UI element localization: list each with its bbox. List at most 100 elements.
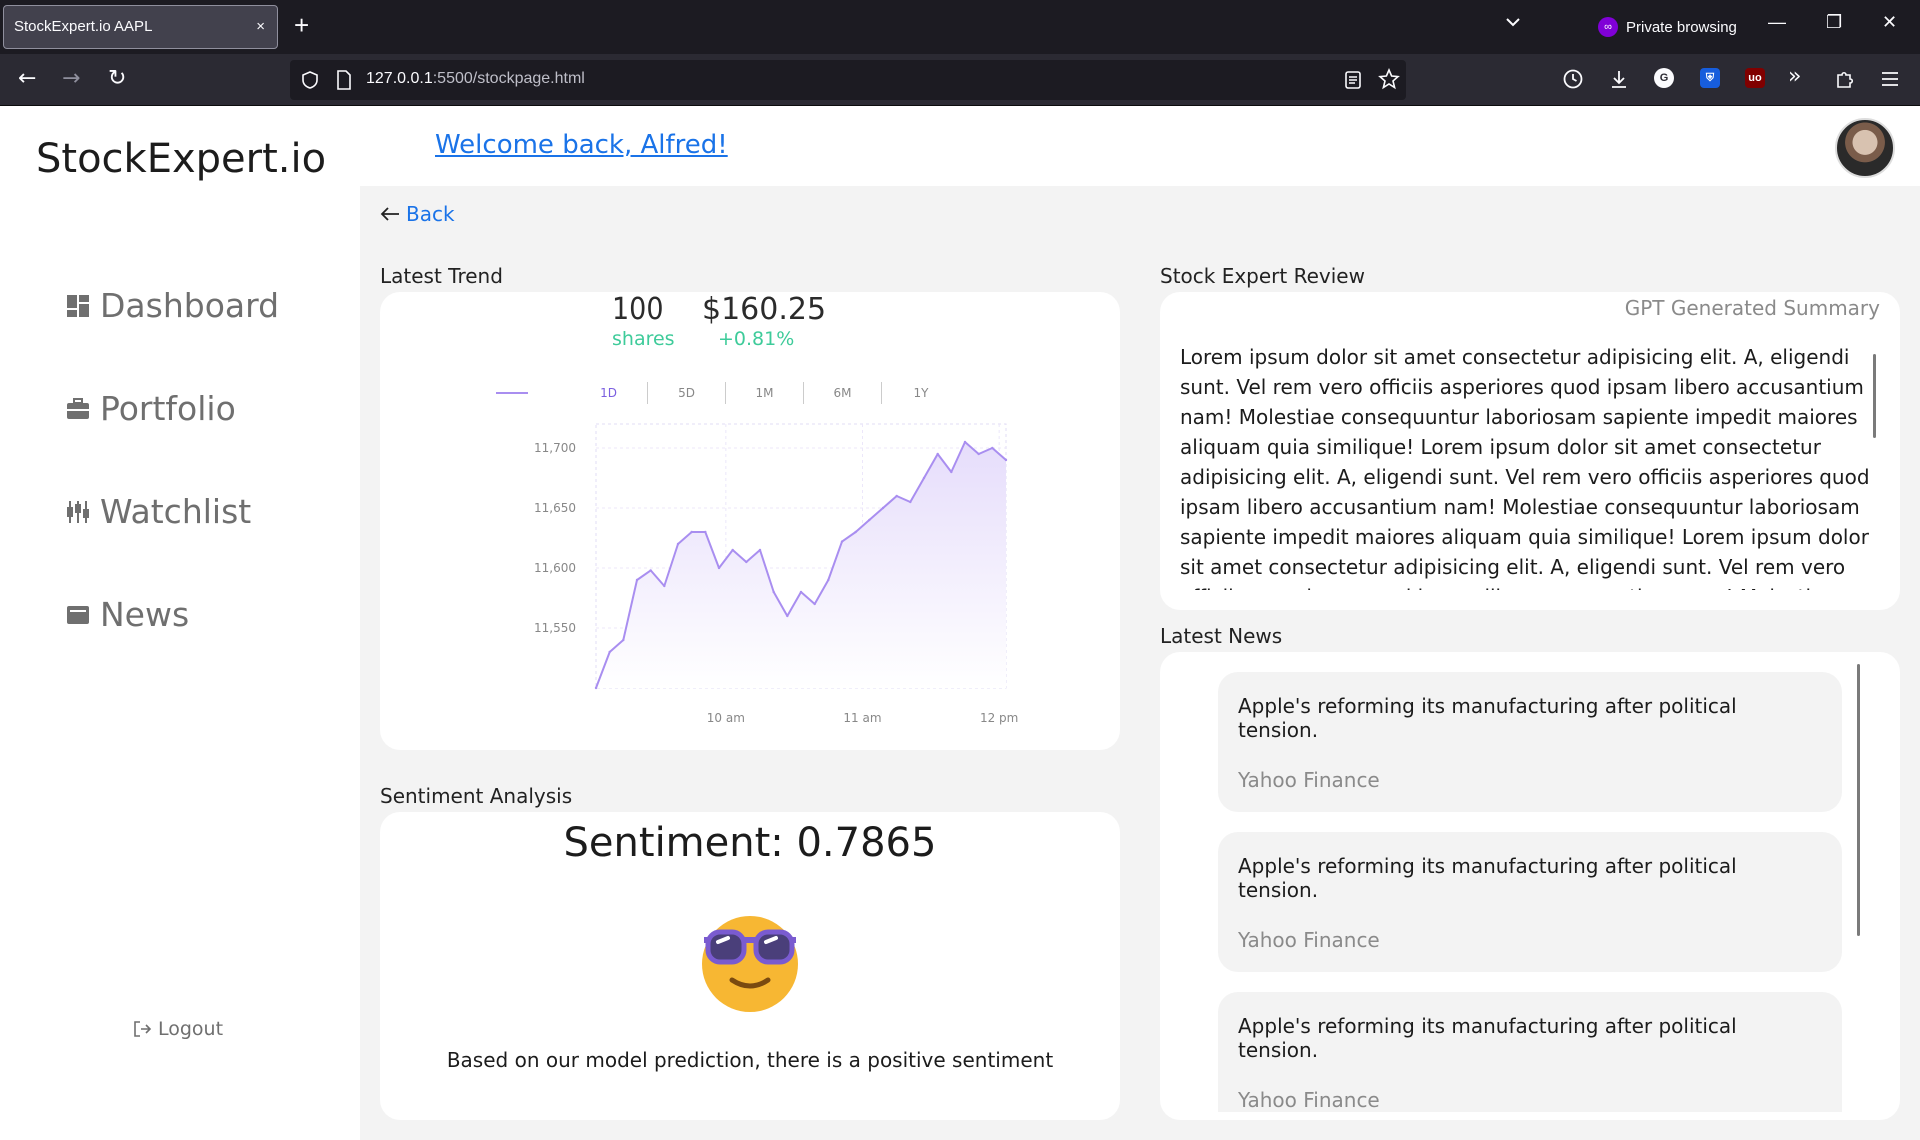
forward-arrow-icon[interactable]: →: [62, 66, 80, 92]
news-item[interactable]: Apple's reforming its manufacturing afte…: [1218, 832, 1842, 972]
review-card: GPT Generated Summary Lorem ipsum dolor …: [1160, 292, 1900, 610]
top-bar: Welcome back, Alfred!: [360, 106, 1920, 186]
chart-point: [840, 540, 844, 543]
chart-point: [895, 494, 898, 498]
page: StockExpert.io Dashboard Portfolio Watch…: [0, 106, 1920, 1140]
news-headline: Apple's reforming its manufacturing afte…: [1238, 1014, 1737, 1062]
chart-point: [758, 548, 762, 552]
private-browsing-indicator: ∞ Private browsing: [1598, 17, 1737, 37]
sidebar-item-dashboard[interactable]: Dashboard: [66, 286, 279, 325]
tab-title: StockExpert.io AAPL: [14, 18, 153, 35]
history-icon[interactable]: [1562, 68, 1584, 90]
sentiment-card: Sentiment: 0.7865 Based on our model pre…: [380, 812, 1120, 1120]
url-text[interactable]: 127.0.0.1:5500/stockpage.html: [366, 70, 585, 88]
arrow-left-icon: [380, 207, 399, 221]
more-tools-icon[interactable]: »: [1788, 64, 1801, 90]
logout-icon: [134, 1021, 152, 1037]
bitwarden-extension-icon[interactable]: ⛨: [1700, 68, 1720, 88]
news-section-label: Latest News: [1160, 624, 1283, 648]
browser-nav-bar: ← → ↻ 127.0.0.1:5500/stockpage.html G ⛨ …: [0, 54, 1920, 106]
new-tab-button[interactable]: +: [294, 10, 309, 41]
sidebar-item-news[interactable]: News: [66, 595, 189, 634]
chart-point: [827, 578, 830, 582]
extensions-puzzle-icon[interactable]: [1834, 68, 1856, 90]
news-list[interactable]: Apple's reforming its manufacturing afte…: [1218, 672, 1842, 1112]
reload-icon[interactable]: ↻: [108, 66, 126, 92]
reader-view-icon[interactable]: [1344, 70, 1362, 90]
chart-point: [745, 560, 748, 564]
chart-point: [717, 566, 721, 570]
x-tick-label: 10 am: [707, 711, 745, 725]
news-source: Yahoo Finance: [1238, 1088, 1380, 1112]
logout-label: Logout: [158, 1018, 224, 1040]
logout-button[interactable]: Logout: [132, 1018, 223, 1040]
avatar[interactable]: [1835, 118, 1895, 178]
trend-card: 100 shares $160.25 +0.81% 1D 5D 1M 6M 1Y…: [380, 292, 1120, 750]
chart-point: [1004, 458, 1008, 462]
review-scroll-area[interactable]: Lorem ipsum dolor sit amet consectetur a…: [1180, 342, 1890, 590]
chart-point: [909, 500, 912, 504]
chart-point: [676, 542, 680, 546]
chart-point: [608, 650, 611, 654]
review-scrollbar[interactable]: [1873, 354, 1876, 438]
browser-tab-bar: StockExpert.io AAPL × + ∞ Private browsi…: [0, 0, 1920, 54]
sidebar-item-portfolio[interactable]: Portfolio: [66, 389, 236, 428]
news-source: Yahoo Finance: [1238, 768, 1380, 792]
back-arrow-icon[interactable]: ←: [18, 66, 36, 92]
chart-point: [991, 446, 994, 450]
browser-tab[interactable]: StockExpert.io AAPL ×: [3, 5, 278, 49]
news-scrollbar[interactable]: [1857, 664, 1860, 936]
grammarly-extension-icon[interactable]: G: [1654, 68, 1674, 88]
chart-point: [786, 614, 789, 618]
back-button[interactable]: Back: [380, 202, 455, 226]
download-icon[interactable]: [1608, 68, 1630, 90]
url-bar[interactable]: 127.0.0.1:5500/stockpage.html: [290, 60, 1406, 100]
welcome-link[interactable]: Welcome back, Alfred!: [435, 130, 728, 160]
chart-point: [635, 578, 639, 582]
url-host: 127.0.0.1: [366, 70, 433, 87]
chart-point: [799, 590, 803, 594]
candlestick-icon: [67, 500, 89, 523]
ublock-extension-icon[interactable]: uo: [1745, 68, 1765, 88]
tab-close-icon[interactable]: ×: [256, 6, 265, 48]
private-mask-icon: ∞: [1598, 17, 1618, 37]
x-tick-label: 12 pm: [980, 711, 1018, 725]
dashboard-icon: [67, 294, 89, 317]
briefcase-icon: [67, 397, 89, 419]
chart-point: [868, 518, 871, 522]
hamburger-menu-icon[interactable]: [1880, 70, 1900, 88]
chart-point: [663, 584, 666, 588]
restore-button[interactable]: ❐: [1826, 12, 1842, 33]
trend-section-label: Latest Trend: [380, 264, 503, 288]
minimize-button[interactable]: —: [1768, 12, 1786, 33]
y-tick-label: 11,550: [534, 621, 576, 635]
gpt-summary-label: GPT Generated Summary: [1624, 296, 1880, 320]
url-path: :5500/stockpage.html: [432, 70, 585, 87]
close-window-button[interactable]: ✕: [1882, 12, 1897, 33]
news-item[interactable]: Apple's reforming its manufacturing afte…: [1218, 992, 1842, 1112]
sidebar-item-watchlist[interactable]: Watchlist: [66, 492, 251, 531]
private-browsing-label: Private browsing: [1626, 18, 1737, 36]
chart-point: [772, 590, 775, 594]
chart-area: [596, 442, 1006, 688]
trend-chart: 11,700 11,650 11,600 11,550 10 am 11 am 12 pm: [534, 423, 1018, 725]
chart-point: [649, 569, 652, 572]
shield-icon[interactable]: [300, 70, 320, 90]
news-headline: Apple's reforming its manufacturing afte…: [1238, 854, 1737, 902]
news-source: Yahoo Finance: [1238, 928, 1380, 952]
sidebar: StockExpert.io Dashboard Portfolio Watch…: [0, 106, 360, 1140]
review-text: Lorem ipsum dolor sit amet consectetur a…: [1180, 345, 1870, 590]
y-tick-label: 11,700: [534, 441, 576, 455]
main-content: Back Latest Trend 100 shares $160.25 +0.…: [360, 186, 1920, 1140]
chart-point: [963, 440, 967, 444]
chart-point: [731, 548, 734, 552]
news-item[interactable]: Apple's reforming its manufacturing afte…: [1218, 672, 1842, 812]
y-tick-label: 11,650: [534, 501, 576, 515]
bookmark-star-icon[interactable]: [1378, 68, 1400, 90]
page-icon: [337, 70, 351, 90]
y-tick-label: 11,600: [534, 561, 576, 575]
back-label: Back: [406, 202, 455, 226]
sunglasses-emoji-icon: [702, 916, 798, 1012]
chevron-down-icon[interactable]: [1504, 13, 1522, 31]
brand-logo[interactable]: StockExpert.io: [36, 136, 326, 182]
